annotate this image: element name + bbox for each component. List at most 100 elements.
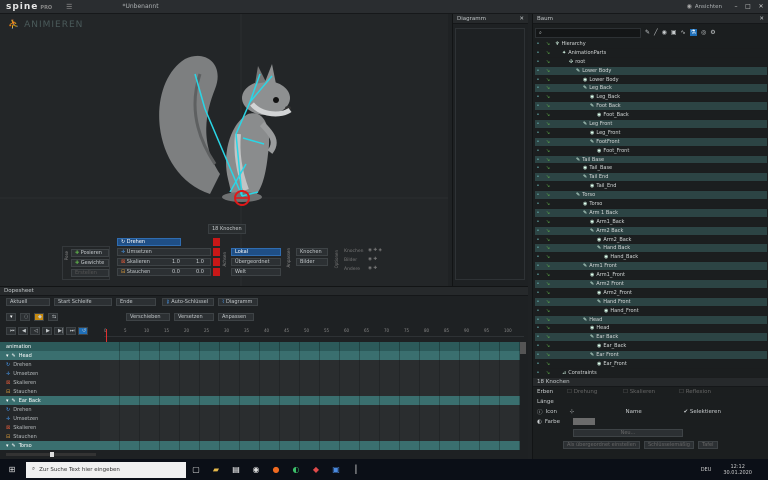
weights-button[interactable]: ✚ Gewichte [71,259,109,267]
key-status-icon[interactable]: ↘ [541,290,555,296]
tree-row[interactable]: • ↘ ◉ Tail_Base [535,164,767,174]
track-keyframes[interactable] [100,405,520,414]
key-status-icon[interactable]: ↘ [541,68,555,74]
axis-parent-button[interactable]: Übergeordnet [231,258,281,266]
tree-row[interactable]: • ↘ ◉ Arm2_Back [535,236,767,245]
key-status-icon[interactable]: ↘ [541,370,555,376]
key-status-icon[interactable]: ↘ [541,85,555,91]
path-icon[interactable]: ∿ [681,29,686,36]
filter-icon[interactable]: ⚗ [689,29,697,36]
scale-x[interactable]: 1.0 [172,259,180,266]
graph-area[interactable] [455,28,525,280]
key-status-icon[interactable]: ↘ [541,112,555,118]
store-icon[interactable]: ▤ [228,462,244,478]
timeline-track[interactable]: ✛ Umsetzen [0,414,520,423]
pen-icon[interactable]: ✎ [645,29,650,36]
key-status-icon[interactable]: ↘ [541,165,555,171]
translate-tool-button[interactable]: ✛ Umsetzen [117,248,211,256]
inherit-reflection-checkbox[interactable]: ☐ Reflexion [679,389,735,395]
loop-toggle-icon[interactable]: ⇆ [48,313,58,321]
option-images[interactable]: Bilder [344,258,357,263]
play-icon[interactable]: ▶ [42,327,52,335]
tree-row[interactable]: • ↘ ◉ Leg_Front [535,129,767,138]
next-key-icon[interactable]: ▶| [54,327,64,335]
tree-row[interactable]: • ↘ ◉ Hand_Back [535,253,767,263]
lock-icon[interactable]: ◆ [34,313,44,321]
color-swatch[interactable] [572,418,595,425]
key-status-icon[interactable]: ↘ [541,361,555,367]
key-status-icon[interactable]: ↘ [541,77,555,83]
track-keyframes[interactable] [100,387,520,396]
tree-row[interactable]: • ↘ ✎ Arm2 Front [535,280,767,289]
expand-icon[interactable]: ▾ [6,398,9,404]
key-status-icon[interactable]: ↘ [541,59,555,65]
tree-row[interactable]: • ↘ ✎ Tail End [535,173,767,183]
key-status-icon[interactable]: ↘ [541,121,555,127]
compensate-bones-button[interactable]: Knochen [296,248,328,256]
timeline-track[interactable]: ⊟ Stauchen [0,387,520,396]
key-status-icon[interactable]: ↘ [541,334,555,340]
key-status-icon[interactable]: ↘ [541,94,555,100]
track-keyframes[interactable] [100,351,520,360]
tree-row[interactable]: • ↘ ✎ Leg Front [535,120,767,129]
views-menu[interactable]: Ansichten [695,4,722,10]
key-status-icon[interactable]: ↘ [541,183,555,189]
tree-row[interactable]: • ↘ ✎ Arm 1 Back [535,208,767,218]
prev-key-icon[interactable]: ◀ [18,327,28,335]
option-others[interactable]: Andere [344,267,360,272]
set-parent-button[interactable]: Als übergeordnet einstellen [563,441,640,449]
key-status-icon[interactable]: ↘ [541,201,555,207]
key-status-icon[interactable]: ↘ [541,210,555,216]
edge-icon[interactable]: ◐ [288,462,304,478]
move-button[interactable]: Verschieben [126,313,170,321]
file-explorer-icon[interactable]: ▰ [208,462,224,478]
scale-y[interactable]: 1.0 [196,259,204,266]
inherit-rotation-checkbox[interactable]: ☐ Drehung [567,389,623,395]
timeline-track[interactable]: ▾ ✎ Torso [0,441,520,450]
expand-icon[interactable]: ▾ [6,353,9,359]
key-status-icon[interactable]: ↘ [541,219,555,225]
key-status-icon[interactable]: ↘ [541,192,555,198]
slot-icon[interactable]: ◉ [662,29,667,36]
tree-row[interactable]: • ↘ ◉ Leg_Back [535,93,767,103]
end-field[interactable]: Ende [116,298,156,306]
key-button[interactable]: Schlüsselemäßig [643,441,694,449]
key-status-icon[interactable]: ↘ [541,352,555,358]
tree-row[interactable]: • ↘ ✦ AnimationParts [535,49,767,58]
scale-tool-button[interactable]: ⊠ Skalieren 1.0 1.0 [117,258,211,266]
taskbar-search-input[interactable]: ⌕ Zur Suche Text hier eingeben [26,461,186,478]
close-icon[interactable]: ✕ [759,14,764,24]
tree-row[interactable]: • ↘ ◉ Tail_End [535,182,767,192]
auto-key-button[interactable]: ⚷ Auto-Schlüssel [162,298,214,306]
minimize-icon[interactable]: – [730,3,742,10]
tree-row[interactable]: • ↘ ◉ Lower Body [535,76,767,85]
tree-row[interactable]: • ↘ ✎ Ear Front [535,351,767,361]
offset-button[interactable]: Versetzen [174,313,214,321]
timeline-track[interactable]: animation [0,342,520,351]
bone-icon[interactable]: ╱ [654,29,658,36]
tree-row[interactable]: • ↘ ◉ Ear_Back [535,342,767,352]
shear-y[interactable]: 0.0 [196,269,204,276]
tree-row[interactable]: • ↘ ◉ Foot_Front [535,147,767,156]
close-icon[interactable]: ✕ [754,3,768,10]
new-button[interactable]: Neu... [573,429,683,437]
icon-select[interactable]: ⊹ [570,409,626,415]
key-shear-button[interactable] [213,268,220,276]
tree-row[interactable]: • ↘ ♆ Hierarchy [535,40,767,49]
key-status-icon[interactable]: ↘ [541,148,555,154]
key-status-icon[interactable]: ↘ [541,325,555,331]
tree-search-input[interactable]: ⌕ [535,27,641,38]
key-scale-button[interactable] [213,258,220,266]
timeline-track[interactable]: ▾ ✎ Ear Back [0,396,520,405]
pose-button[interactable]: ✚ Posieren [71,249,109,257]
timeline-track[interactable]: ⊠ Skalieren [0,423,520,432]
key-status-icon[interactable]: ↘ [541,139,555,145]
key-status-icon[interactable]: ↘ [541,272,555,278]
maximize-icon[interactable]: □ [742,3,754,10]
key-status-icon[interactable]: ↘ [541,174,555,180]
key-status-icon[interactable]: ↘ [541,281,555,287]
create-button[interactable]: Erstellen [71,269,109,277]
tree-row[interactable]: • ↘ ✎ Lower Body [535,66,767,76]
option-bones[interactable]: Knochen [344,249,364,254]
chrome-icon[interactable]: ◉ [248,462,264,478]
